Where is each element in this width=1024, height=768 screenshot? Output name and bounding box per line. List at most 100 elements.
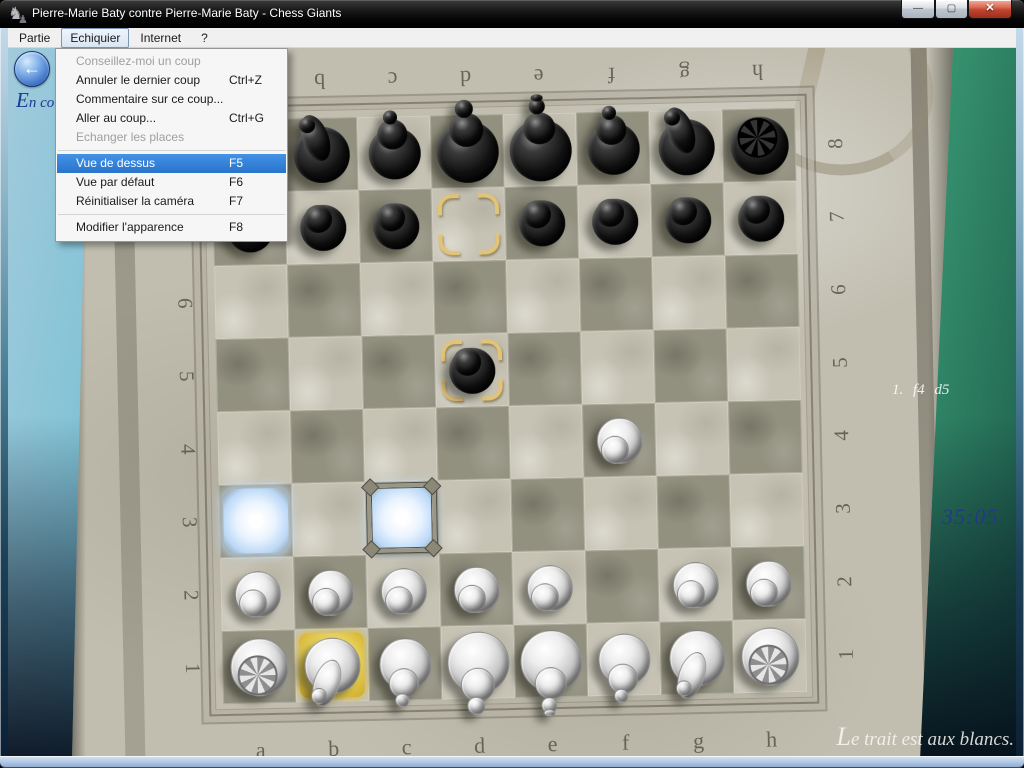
last-move-marker-d7	[438, 193, 500, 255]
black-queen-d8[interactable]	[430, 114, 505, 189]
square-d3[interactable]	[438, 479, 513, 554]
square-e5[interactable]	[508, 332, 583, 407]
square-b5[interactable]	[289, 336, 364, 411]
piece-part	[454, 99, 472, 117]
square-b3[interactable]	[292, 482, 367, 557]
file-label-bottom-c: c	[370, 731, 444, 756]
minimize-button[interactable]: —	[901, 0, 935, 19]
move-hint-glow[interactable]	[223, 488, 289, 554]
white-pawn-b2[interactable]	[293, 555, 368, 630]
white-bishop-f1[interactable]	[587, 622, 662, 697]
black-knight-g8[interactable]	[649, 109, 724, 184]
menu-item-aller-au-coup[interactable]: Aller au coup...Ctrl+G	[57, 109, 286, 128]
white-pawn-g2[interactable]	[658, 547, 733, 622]
square-b4[interactable]	[290, 409, 365, 484]
square-h5[interactable]	[726, 327, 801, 402]
square-g6[interactable]	[652, 255, 727, 330]
menu-item-shortcut: Ctrl+Z	[229, 71, 262, 90]
black-bishop-f8[interactable]	[576, 111, 651, 186]
square-c4[interactable]	[363, 408, 438, 483]
square-c6[interactable]	[360, 262, 435, 337]
white-pawn-f4[interactable]	[582, 403, 657, 478]
square-e3[interactable]	[511, 477, 586, 552]
black-king-e8[interactable]	[503, 113, 578, 188]
square-d4[interactable]	[436, 406, 511, 481]
white-king-e1[interactable]	[514, 623, 589, 698]
chess-knight-icon: ♞♟	[8, 4, 28, 24]
menu-item-label: Annuler le dernier coup	[76, 73, 200, 87]
menu-item-vue-par-d-faut[interactable]: Vue par défautF6	[57, 173, 286, 192]
piece-part	[668, 197, 697, 226]
title-bar[interactable]: ♞♟ Pierre-Marie Baty contre Pierre-Marie…	[0, 0, 1024, 28]
white-bishop-c1[interactable]	[368, 627, 443, 702]
black-pawn-b7[interactable]	[286, 190, 361, 265]
black-knight-b8[interactable]	[284, 117, 359, 192]
square-g3[interactable]	[657, 474, 732, 549]
piece-part	[457, 584, 486, 613]
menu-item-shortcut: F8	[229, 218, 243, 237]
menu-item-label: Echanger les places	[76, 130, 184, 144]
square-e6[interactable]	[506, 259, 581, 334]
game-clock: 35:05	[942, 504, 998, 530]
piece-part	[613, 688, 627, 702]
gold-corner-bracket	[478, 193, 499, 214]
white-pawn-d2[interactable]	[439, 552, 514, 627]
square-a4[interactable]	[217, 411, 292, 486]
black-rook-h8[interactable]	[722, 108, 797, 183]
white-pawn-h2[interactable]	[731, 546, 806, 621]
menubar-item-partie[interactable]: Partie	[10, 28, 59, 48]
menu-item-commentaire-sur-ce-coup[interactable]: Commentaire sur ce coup...	[57, 90, 286, 109]
square-f2[interactable]	[585, 549, 660, 624]
piece-part	[303, 204, 332, 233]
square-h4[interactable]	[728, 400, 803, 475]
white-rook-a1[interactable]	[222, 630, 297, 705]
close-button[interactable]: ✕	[968, 0, 1012, 19]
back-button[interactable]: ←	[14, 51, 50, 87]
menu-item-r-initialiser-la-cam-ra[interactable]: Réinitialiser la caméraF7	[57, 192, 286, 211]
black-pawn-g7[interactable]	[650, 182, 725, 257]
white-rook-h1[interactable]	[733, 619, 808, 694]
menu-item-shortcut: F6	[229, 173, 243, 192]
menu-item-modifier-l-apparence[interactable]: Modifier l'apparenceF8	[57, 218, 286, 237]
app-window: ♞♟ Pierre-Marie Baty contre Pierre-Marie…	[0, 0, 1024, 768]
square-h3[interactable]	[730, 473, 805, 548]
piece-part	[534, 666, 567, 699]
square-a5[interactable]	[216, 338, 291, 413]
square-h6[interactable]	[725, 254, 800, 329]
menu-item-annuler-le-dernier-coup[interactable]: Annuler le dernier coup Ctrl+Z	[57, 71, 286, 90]
square-d6[interactable]	[433, 260, 508, 335]
black-pawn-c7[interactable]	[358, 189, 433, 264]
white-pawn-e2[interactable]	[512, 550, 587, 625]
square-g4[interactable]	[655, 401, 730, 476]
white-queen-d1[interactable]	[441, 625, 516, 700]
white-knight-g1[interactable]	[660, 620, 735, 695]
close-icon: ✕	[985, 2, 994, 14]
menubar-item-?[interactable]: ?	[192, 28, 217, 48]
black-pawn-e7[interactable]	[504, 186, 579, 261]
square-b6[interactable]	[287, 263, 362, 338]
black-bishop-c8[interactable]	[357, 116, 432, 191]
black-pawn-d5[interactable]	[435, 333, 510, 408]
square-g5[interactable]	[653, 328, 728, 403]
piece-part	[237, 654, 278, 695]
menubar-item-echiquier[interactable]: Echiquier	[61, 28, 129, 48]
square-f3[interactable]	[584, 476, 659, 551]
hover-square-frame[interactable]	[367, 483, 437, 553]
file-label-top-e: e	[502, 61, 576, 93]
square-f5[interactable]	[580, 330, 655, 405]
white-pawn-c2[interactable]	[366, 554, 441, 629]
menu-item-label: Conseillez-moi un coup	[76, 54, 201, 68]
menu-item-conseillez-moi-un-coup: Conseillez-moi un coup	[57, 52, 286, 71]
menu-item-vue-de-dessus[interactable]: Vue de dessusF5	[57, 154, 286, 173]
black-pawn-h7[interactable]	[723, 181, 798, 256]
square-c5[interactable]	[362, 335, 437, 410]
square-f6[interactable]	[579, 257, 654, 332]
menubar-item-internet[interactable]: Internet	[131, 28, 190, 48]
rank-label-right-1: 1	[810, 639, 884, 671]
square-e4[interactable]	[509, 404, 584, 479]
maximize-button[interactable]: ▢	[935, 0, 968, 19]
black-pawn-f7[interactable]	[577, 184, 652, 259]
square-a6[interactable]	[214, 265, 289, 340]
white-pawn-a2[interactable]	[220, 557, 295, 632]
white-knight-b1[interactable]	[295, 628, 370, 703]
